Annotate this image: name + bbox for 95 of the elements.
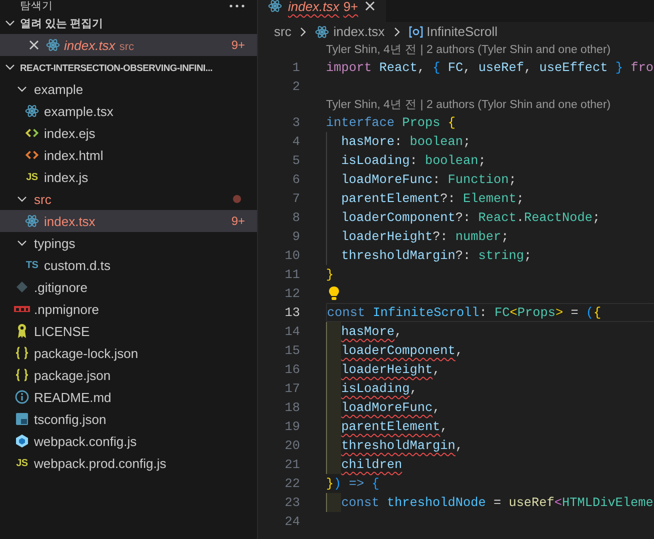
ts-icon: TS — [24, 260, 40, 270]
file-item[interactable]: JS index.js — [0, 166, 257, 188]
section-header[interactable]: 열려 있는 편집기 — [0, 12, 257, 34]
file-item[interactable]: webpack.config.js — [0, 430, 257, 452]
braces-icon — [14, 368, 30, 382]
angle-brackets-icon — [24, 149, 40, 161]
problem-dot — [233, 195, 241, 203]
section-header[interactable]: REACT-INTERSECTION-OBSERVING-INFINI... — [0, 56, 257, 78]
more-icon[interactable] — [229, 4, 245, 8]
line-number: 4 — [291, 134, 300, 149]
code-line: parentElement, — [341, 419, 448, 434]
diamond-icon — [14, 281, 30, 293]
code-line: parentElement?: Element; — [341, 191, 524, 206]
line-number: 23 — [284, 495, 300, 510]
code-line: children — [341, 457, 402, 472]
file-item[interactable]: README.md — [0, 386, 257, 408]
code-line: hasMore, — [341, 324, 402, 339]
line-number: 17 — [284, 381, 300, 396]
code-line: loadMoreFunc, — [341, 400, 440, 415]
file-item[interactable]: tsconfig.json — [0, 408, 257, 430]
react-icon — [315, 24, 330, 38]
line-number: 11 — [284, 267, 300, 282]
editor-tab[interactable]: index.tsx 9+ — [258, 0, 386, 22]
line-number: 19 — [284, 419, 300, 434]
file-item[interactable]: TS custom.d.ts — [0, 254, 257, 276]
file-item[interactable]: index.tsx 9+ — [0, 210, 257, 232]
line-number: 10 — [284, 248, 300, 263]
react-icon — [268, 0, 282, 13]
breadcrumb[interactable]: src — [274, 24, 292, 39]
info-icon — [14, 390, 30, 404]
folder-item[interactable]: src — [0, 188, 257, 210]
line-number: 1 — [291, 60, 300, 75]
angle-brackets-icon — [24, 127, 40, 139]
code-line: hasMore: boolean; — [341, 134, 471, 149]
line-number: 7 — [291, 191, 300, 206]
file-item[interactable]: package-lock.json — [0, 342, 257, 364]
file-item[interactable]: package.json — [0, 364, 257, 386]
code-line: thresholdMargin, — [341, 438, 464, 453]
file-item[interactable]: .gitignore — [0, 276, 257, 298]
js-icon: JS — [14, 458, 30, 468]
line-number: 14 — [284, 324, 300, 339]
code-line: } — [326, 267, 334, 282]
line-number: 24 — [284, 514, 300, 529]
code-line: const thresholdNode = useRef<HTMLDivEleme — [341, 495, 654, 510]
breadcrumb[interactable]: InfiniteScroll — [426, 24, 498, 39]
line-number: 20 — [284, 438, 300, 453]
file-item[interactable]: index.ejs — [0, 122, 257, 144]
blame-annotation[interactable]: Tyler Shin, 4년 전 | 2 authors (Tylor Shin and one other) — [326, 97, 611, 112]
lightbulb-icon[interactable] — [328, 286, 340, 301]
line-number: 9 — [291, 229, 300, 244]
file-item[interactable]: .npmignore — [0, 298, 257, 320]
square-icon — [14, 412, 30, 426]
line-number: 22 — [284, 476, 300, 491]
code-line: isLoading, — [341, 381, 418, 396]
breadcrumb[interactable]: index.tsx — [333, 24, 385, 39]
braces-icon — [14, 346, 30, 360]
open-editor-item[interactable]: index.tsx src 9+ — [0, 34, 257, 56]
line-number: 3 — [291, 115, 300, 130]
line-number: 6 — [291, 172, 300, 187]
line-number: 12 — [284, 286, 300, 301]
file-item[interactable]: index.html — [0, 144, 257, 166]
line-number: 8 — [291, 210, 300, 225]
symbol-icon — [408, 26, 423, 38]
code-line: import React, { FC, useRef, useEffect } fro — [326, 60, 654, 75]
folder-item[interactable]: example — [0, 78, 257, 100]
line-number: 18 — [284, 400, 300, 415]
folder-item[interactable]: typings — [0, 232, 257, 254]
react-icon — [46, 38, 60, 52]
react-icon — [24, 104, 40, 118]
code-line: loaderHeight?: number; — [341, 229, 509, 244]
code-line: interface Props { — [326, 115, 456, 130]
close-icon[interactable] — [364, 0, 376, 12]
react-icon — [24, 214, 40, 228]
npm-icon — [14, 305, 30, 313]
code-line: loadMoreFunc: Function; — [341, 172, 516, 187]
file-item[interactable]: example.tsx — [0, 100, 257, 122]
code-line: loaderComponent, — [341, 343, 464, 358]
line-number: 21 — [284, 457, 300, 472]
code-line: loaderComponent?: React.ReactNode; — [341, 210, 600, 225]
cube-icon — [14, 434, 30, 448]
panel-title: 탐색기 — [20, 0, 53, 12]
line-number: 5 — [291, 153, 300, 168]
line-number: 13 — [284, 305, 300, 320]
file-item[interactable]: LICENSE — [0, 320, 257, 342]
line-number: 15 — [284, 343, 300, 358]
blame-annotation[interactable]: Tyler Shin, 4년 전 | 2 authors (Tyler Shin and one other) — [326, 42, 611, 57]
line-number: 16 — [284, 362, 300, 377]
code-line: loaderHeight, — [341, 362, 440, 377]
js-icon: JS — [24, 172, 40, 182]
line-number: 2 — [291, 79, 300, 94]
code-line: thresholdMargin?: string; — [341, 248, 532, 263]
code-line: isLoading: boolean; — [341, 153, 486, 168]
file-item[interactable]: JS webpack.prod.config.js — [0, 452, 257, 474]
code-line: const InfiniteScroll: FC<Props> = ({ — [327, 305, 602, 320]
code-line: }) => { — [326, 476, 380, 491]
